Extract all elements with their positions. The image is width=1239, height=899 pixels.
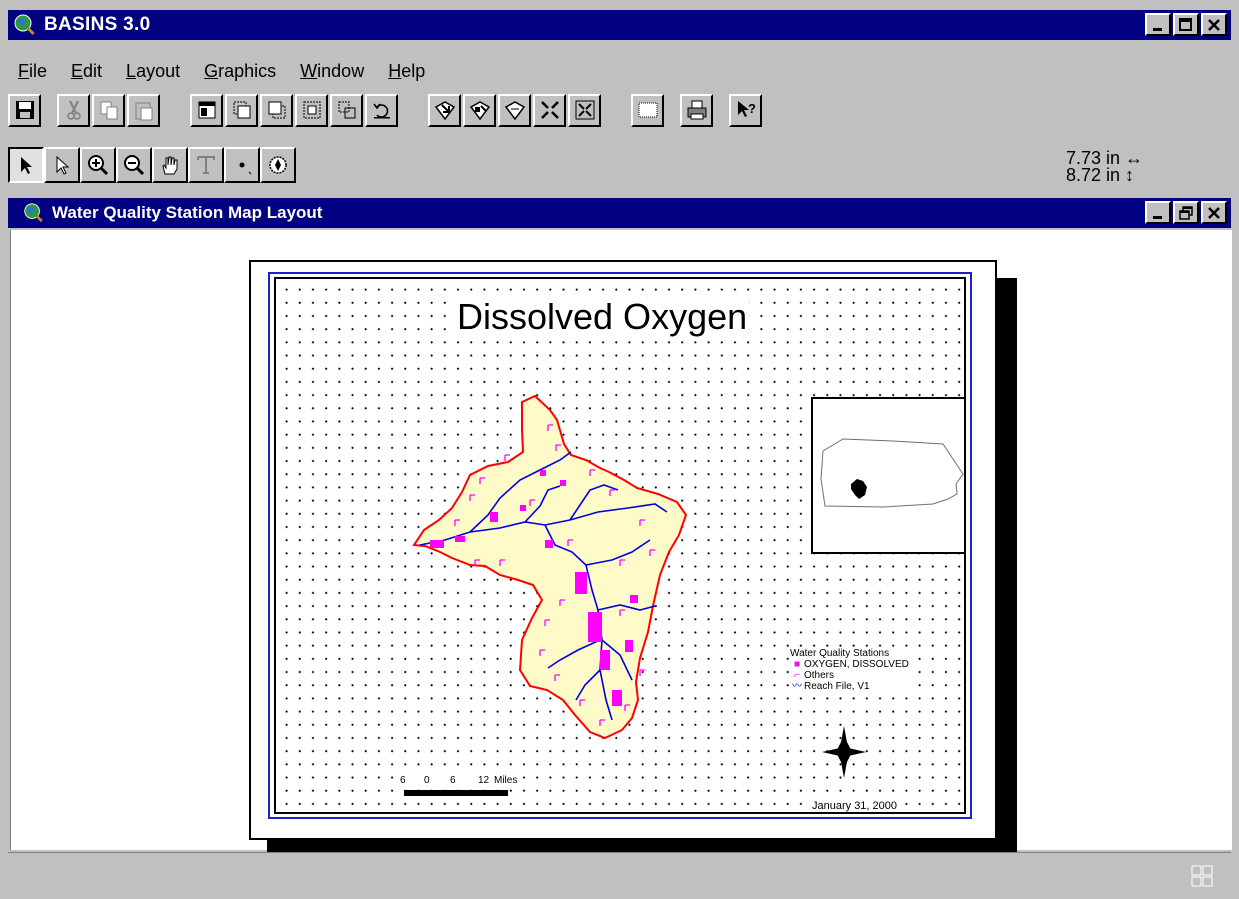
legend-heading: Water Quality Stations (790, 648, 890, 659)
map-legend[interactable]: Water Quality Stations ■ OXYGEN, DISSOLVE… (790, 648, 909, 692)
scale-label: 6 (450, 775, 456, 786)
watershed-map[interactable] (0, 0, 1239, 899)
legend-item-others: Others (804, 670, 835, 681)
scale-unit: Miles (494, 775, 518, 786)
tile-windows-icon[interactable] (1191, 865, 1213, 887)
scale-bar[interactable] (404, 790, 508, 796)
legend-item-dissolved: OXYGEN, DISSOLVED (804, 659, 909, 670)
north-arrow-icon[interactable] (818, 722, 870, 782)
stream-line-icon: 〰 (792, 681, 802, 692)
scale-label: 6 (400, 775, 406, 786)
magenta-square-icon: ■ (793, 659, 801, 670)
watershed-polygon[interactable] (412, 394, 688, 740)
map-title[interactable]: Dissolved Oxygen (455, 296, 750, 338)
scale-label: 0 (424, 775, 430, 786)
scale-label: 12 (478, 775, 490, 786)
status-bar (8, 852, 1231, 897)
state-outline (820, 438, 964, 508)
map-date[interactable]: January 31, 2000 (812, 800, 898, 812)
flag-icon: ⌐ (794, 670, 800, 681)
legend-item-reach: Reach File, V1 (804, 681, 870, 692)
scale-bar-labels: 6 0 6 12 Miles (400, 775, 518, 786)
locator-inset-map[interactable] (811, 397, 966, 554)
